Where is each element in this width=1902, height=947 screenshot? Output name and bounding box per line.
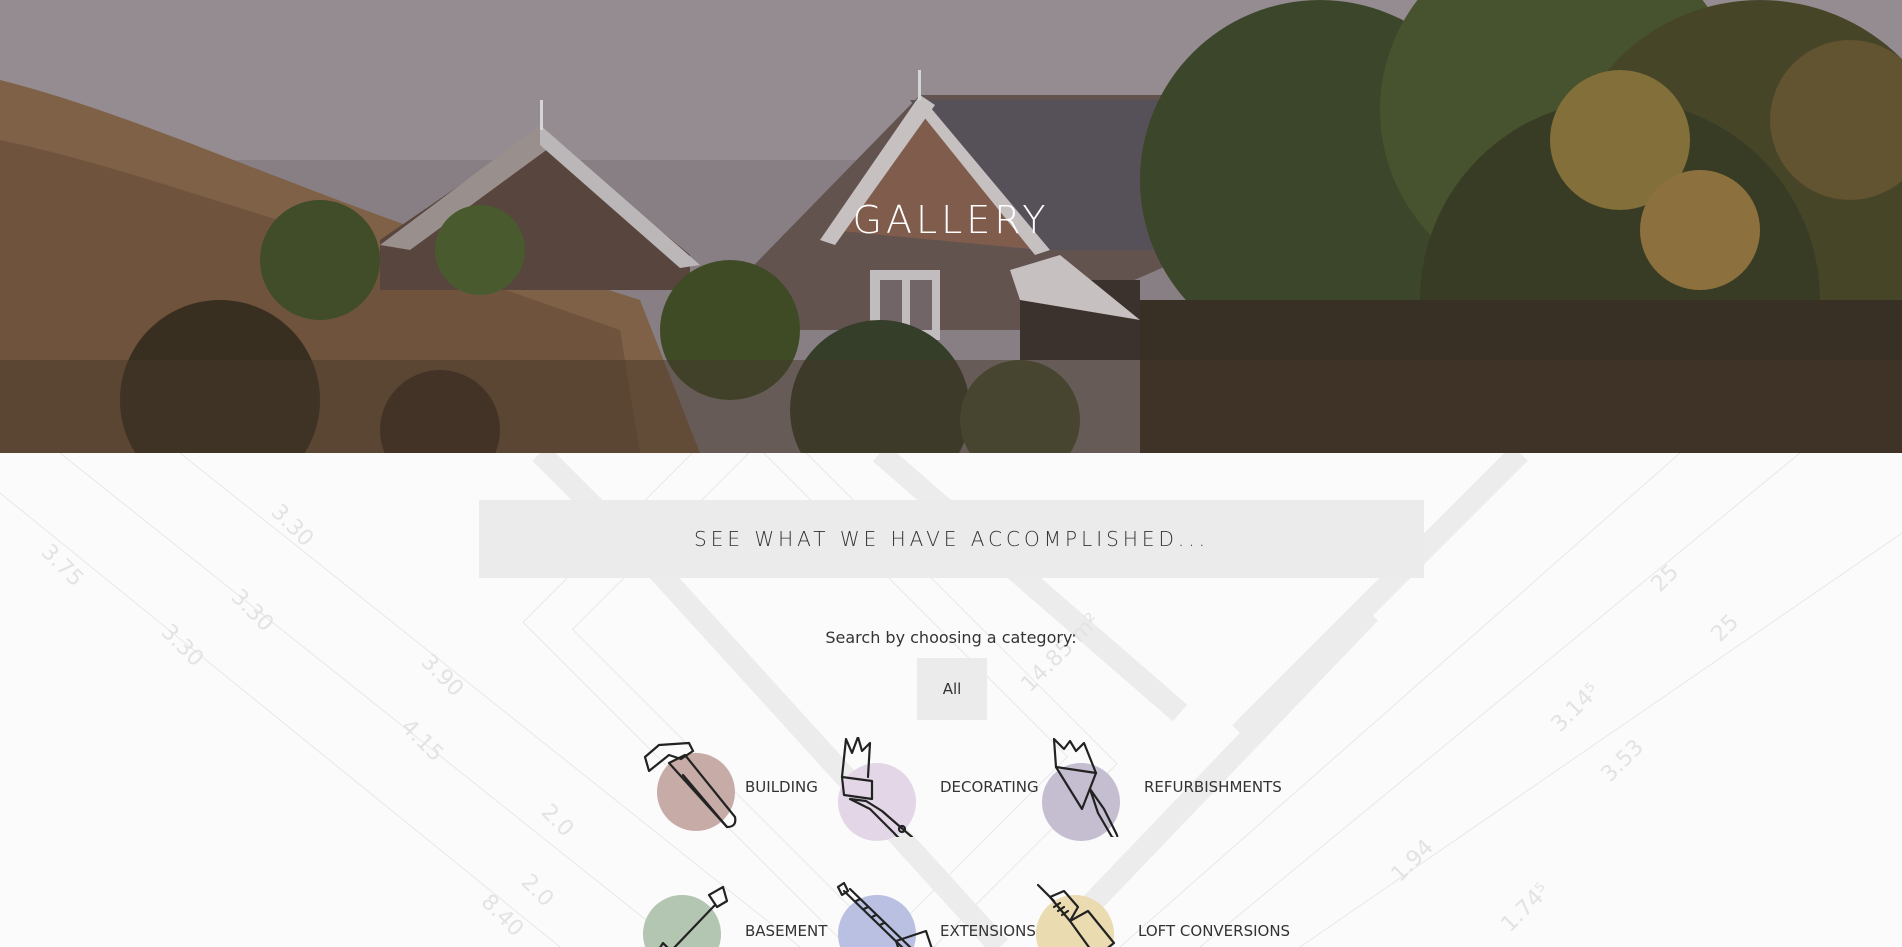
category-extensions[interactable]: EXTENSIONS bbox=[836, 881, 1036, 947]
svg-text:2.0: 2.0 bbox=[516, 870, 558, 912]
category-refurbishments[interactable]: REFURBISHMENTS bbox=[1040, 737, 1282, 841]
category-label: EXTENSIONS bbox=[940, 922, 1036, 940]
category-building[interactable]: BUILDING bbox=[641, 737, 818, 837]
shovel-icon bbox=[641, 881, 741, 947]
svg-text:3.30: 3.30 bbox=[266, 500, 318, 552]
category-loft-conversions[interactable]: LOFT CONVERSIONS bbox=[1034, 881, 1290, 947]
svg-text:4.15: 4.15 bbox=[396, 715, 448, 767]
page-title: GALLERY bbox=[852, 198, 1050, 242]
category-label: REFURBISHMENTS bbox=[1144, 778, 1282, 796]
svg-text:1.74⁵: 1.74⁵ bbox=[1497, 879, 1556, 938]
svg-text:25: 25 bbox=[1647, 560, 1684, 597]
category-label: BUILDING bbox=[745, 778, 818, 796]
category-basement[interactable]: BASEMENT bbox=[641, 881, 827, 947]
banner-heading: SEE WHAT WE HAVE ACCOMPLISHED... bbox=[694, 527, 1209, 551]
svg-text:2.0: 2.0 bbox=[536, 800, 578, 842]
paintbrush-icon bbox=[836, 737, 936, 841]
drill-icon bbox=[1034, 881, 1134, 947]
svg-text:3.75: 3.75 bbox=[36, 540, 88, 592]
svg-text:3.90: 3.90 bbox=[416, 650, 468, 702]
trowel-icon bbox=[1040, 737, 1140, 841]
svg-text:3.53: 3.53 bbox=[1597, 735, 1649, 787]
filter-all-button[interactable]: All bbox=[917, 658, 987, 720]
category-label: BASEMENT bbox=[745, 922, 828, 940]
category-decorating[interactable]: DECORATING bbox=[836, 737, 1039, 841]
category-label: DECORATING bbox=[940, 778, 1039, 796]
accomplished-banner: SEE WHAT WE HAVE ACCOMPLISHED... bbox=[479, 500, 1424, 578]
svg-text:1.94: 1.94 bbox=[1387, 835, 1439, 887]
category-label: LOFT CONVERSIONS bbox=[1138, 922, 1291, 940]
gallery-section: 3.75 3.30 3.30 3.30 3.90 4.15 14.85 m² 3… bbox=[0, 453, 1902, 947]
hero-banner: GALLERY bbox=[0, 0, 1902, 453]
hammer-icon bbox=[641, 737, 741, 837]
svg-text:8.40: 8.40 bbox=[476, 890, 528, 942]
svg-text:3.14⁵: 3.14⁵ bbox=[1547, 679, 1606, 738]
measuring-tape-icon bbox=[836, 881, 936, 947]
category-search-label: Search by choosing a category: bbox=[825, 628, 1077, 647]
